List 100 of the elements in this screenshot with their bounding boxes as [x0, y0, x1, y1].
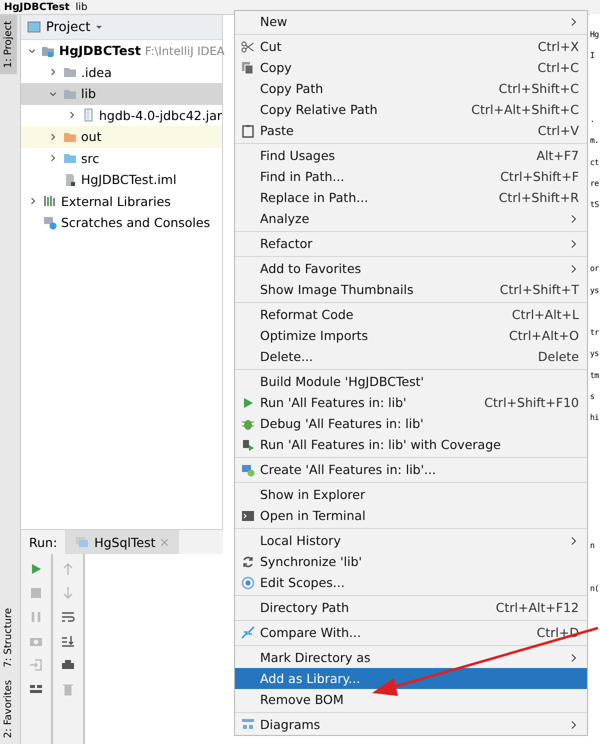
shortcut-label: Ctrl+Alt+L: [512, 307, 579, 322]
tree-label: Scratches and Consoles: [61, 215, 210, 230]
side-tab[interactable]: 1: Project: [0, 15, 17, 74]
shortcut-label: Ctrl+Shift+F: [500, 169, 579, 184]
tree-label: HgJDBCTest: [59, 43, 141, 58]
menu-item[interactable]: Directory Path Ctrl+Alt+F12: [235, 597, 587, 618]
shield-play-icon: [240, 438, 254, 452]
menu-item[interactable]: Delete... Delete: [235, 346, 587, 367]
run-label: Run:: [29, 534, 58, 550]
code-fragment: ys: [590, 286, 599, 295]
shortcut-label: Ctrl+C: [538, 60, 579, 75]
tree-row[interactable]: HgJDBCTest F:\IntelliJ IDEA: [21, 40, 222, 62]
tree-row[interactable]: HgJDBCTest.iml: [21, 169, 222, 190]
menu-item[interactable]: Replace in Path... Ctrl+Shift+R: [235, 187, 587, 208]
menu-item[interactable]: Analyze: [235, 208, 587, 229]
clipboard-icon: [240, 124, 254, 138]
panel-title[interactable]: Project: [46, 20, 90, 34]
code-fragment: ct: [590, 158, 599, 167]
menu-item[interactable]: Diagrams: [235, 714, 587, 735]
menu-item[interactable]: Remove BOM: [235, 689, 587, 710]
menu-item[interactable]: Edit Scopes...: [235, 572, 587, 593]
printer-icon[interactable]: [61, 658, 75, 672]
tree-label: External Libraries: [61, 194, 171, 209]
menu-item[interactable]: Paste Ctrl+V: [235, 120, 587, 141]
menu-item[interactable]: Mark Directory as: [235, 647, 587, 668]
menu-item[interactable]: Build Module 'HgJDBCTest': [235, 371, 587, 392]
tree-row[interactable]: .idea: [21, 62, 222, 83]
diagram-icon: [240, 718, 254, 732]
shortcut-label: Alt+F7: [536, 148, 579, 163]
menu-item[interactable]: Open in Terminal: [235, 505, 587, 526]
menu-item[interactable]: Cut Ctrl+X: [235, 36, 587, 57]
tree-row[interactable]: src: [21, 148, 222, 169]
shortcut-label: Ctrl+Alt+Shift+C: [471, 102, 579, 117]
tree-row[interactable]: External Libraries: [21, 190, 222, 212]
sync-icon: [240, 554, 254, 568]
dropdown-caret-icon[interactable]: [95, 23, 104, 31]
code-fragment: m.: [590, 136, 599, 146]
menu-item[interactable]: Synchronize 'lib': [235, 551, 587, 572]
menu-item[interactable]: Copy Relative Path Ctrl+Alt+Shift+C: [235, 99, 587, 120]
path-label: F:\IntelliJ IDEA: [144, 44, 225, 58]
folder-icon: [63, 151, 77, 166]
menu-item[interactable]: Debug 'All Features in: lib': [235, 413, 587, 434]
window-icon: [75, 535, 90, 549]
menu-item[interactable]: Local History: [235, 530, 587, 551]
scroll-end-icon[interactable]: [61, 634, 75, 648]
tree-row[interactable]: Scratches and Consoles: [21, 212, 222, 234]
menu-item[interactable]: New: [235, 11, 587, 32]
tree-label: hgdb-4.0-jdbc42.jar: [99, 108, 222, 123]
target-icon: [240, 576, 254, 590]
menu-item[interactable]: Run 'All Features in: lib' Ctrl+Shift+F10: [235, 392, 587, 413]
tree-row[interactable]: out: [21, 126, 222, 148]
code-fragment: .: [590, 115, 594, 124]
shortcut-label: Ctrl+Shift+R: [498, 190, 579, 205]
menu-item[interactable]: Find in Path... Ctrl+Shift+F: [235, 166, 587, 187]
layout-icon[interactable]: [29, 682, 43, 696]
shortcut-label: Ctrl+V: [538, 123, 579, 138]
menu-item[interactable]: Find Usages Alt+F7: [235, 145, 587, 166]
tree-label: out: [81, 129, 102, 144]
code-fragment: tm: [590, 370, 599, 380]
compare-arrows-icon: [240, 626, 254, 640]
wrap-icon[interactable]: [61, 610, 75, 624]
menu-item[interactable]: Optimize Imports Ctrl+Alt+O: [235, 325, 587, 346]
code-fragment: tr: [590, 328, 599, 338]
tree-label: lib: [81, 86, 96, 102]
code-fragment: n: [590, 541, 594, 550]
menu-item[interactable]: Show Image Thumbnails Ctrl+Shift+T: [235, 279, 587, 300]
code-fragment: I: [590, 51, 594, 60]
menu-item[interactable]: Copy Path Ctrl+Shift+C: [235, 78, 587, 99]
menu-item[interactable]: Reformat Code Ctrl+Alt+L: [235, 304, 587, 325]
code-fragment: ys: [590, 349, 599, 358]
code-fragment: n(: [590, 584, 599, 593]
menu-item[interactable]: Add as Library...: [235, 668, 587, 689]
menu-item[interactable]: Run 'All Features in: lib' with Coverage: [235, 434, 587, 455]
libraries-icon: [43, 194, 57, 208]
code-fragment: Hg: [590, 30, 599, 39]
shortcut-label: Ctrl+Shift+C: [498, 81, 579, 96]
menu-item[interactable]: Create 'All Features in: lib'...: [235, 459, 587, 480]
scissors-icon: [240, 40, 254, 54]
menu-item[interactable]: Show in Explorer: [235, 484, 587, 505]
run-tab[interactable]: HgSqlTest: [65, 530, 180, 554]
code-fragment: or: [590, 264, 599, 274]
shortcut-label: Ctrl+X: [538, 39, 579, 54]
menu-item[interactable]: Copy Ctrl+C: [235, 57, 587, 78]
breadcrumb[interactable]: HgJDBCTest: [4, 2, 70, 12]
shortcut-label: Ctrl+Alt+O: [509, 328, 579, 343]
side-tab[interactable]: 7: Structure: [0, 602, 17, 674]
tree-row[interactable]: lib: [21, 83, 222, 104]
code-fragment: re: [590, 179, 599, 188]
tree-label: .idea: [81, 64, 112, 80]
side-tab[interactable]: 2: Favorites: [0, 674, 17, 744]
menu-item[interactable]: Add to Favorites: [235, 258, 587, 279]
tree-label: src: [81, 150, 100, 166]
copy-icon: [240, 60, 254, 74]
breadcrumb[interactable]: lib: [76, 2, 88, 12]
tree-row[interactable]: hgdb-4.0-jdbc42.jar: [21, 104, 222, 126]
menu-item[interactable]: Refactor: [235, 233, 587, 254]
scratches-icon: [43, 216, 57, 230]
play-icon[interactable]: [29, 562, 43, 576]
code-fragment: hi: [590, 413, 599, 422]
window-icon: [27, 20, 41, 34]
